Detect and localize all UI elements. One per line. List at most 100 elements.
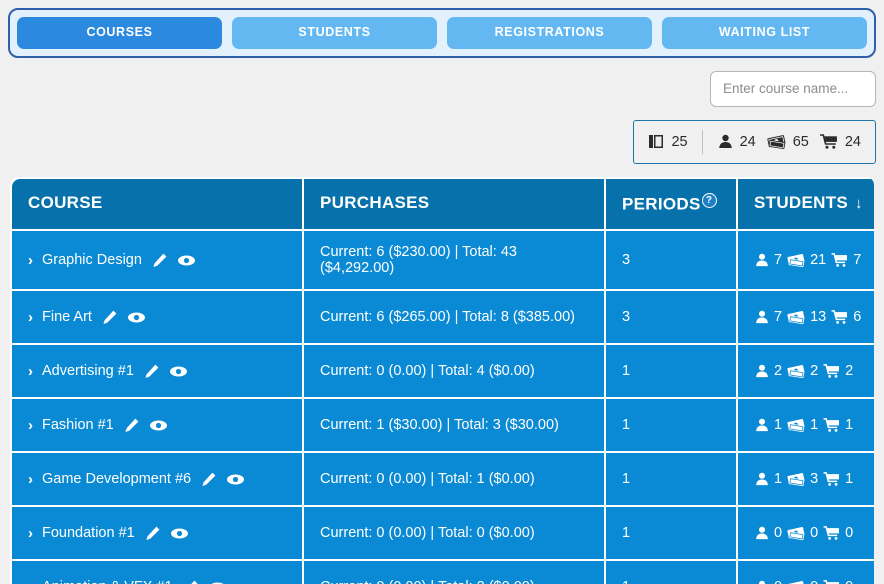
tab-courses[interactable]: COURSES (17, 17, 222, 49)
summary-stats-box: 25 24 65 24 (633, 119, 876, 164)
students-count: 7 (774, 309, 783, 326)
eye-icon[interactable] (149, 417, 168, 434)
table-header-row: COURSE PURCHASES PERIODS? STUDENTS ↓ (12, 178, 874, 230)
cell-students: 7 21 7 (738, 231, 874, 290)
table-row: › Advertising #1 Current: 0 (0.00) | Tot… (12, 345, 874, 398)
cell-course: › Fashion #1 (12, 399, 302, 452)
money-count: 3 (810, 471, 819, 488)
column-header-periods[interactable]: PERIODS? (606, 178, 736, 230)
column-header-students[interactable]: STUDENTS ↓ (738, 178, 874, 230)
pencil-icon[interactable] (143, 363, 160, 380)
column-header-periods-label: PERIODS (622, 194, 701, 214)
money-icon (787, 471, 806, 487)
course-name: Graphic Design (42, 252, 142, 269)
search-row (0, 58, 884, 107)
person-icon (754, 363, 770, 379)
cell-students: 0 0 0 (738, 507, 874, 560)
tab-waiting-list[interactable]: WAITING LIST (662, 17, 867, 49)
column-header-course[interactable]: COURSE (12, 178, 302, 230)
cell-purchases: Current: 0 (0.00) | Total: 4 ($0.00) (304, 345, 604, 398)
expand-row-icon[interactable]: › (28, 579, 33, 584)
eye-icon[interactable] (226, 471, 245, 488)
cell-course: › Fine Art (12, 291, 302, 344)
course-name: Advertising #1 (42, 363, 134, 380)
expand-row-icon[interactable]: › (28, 252, 33, 269)
cell-course: › Animation & VFX #1 (12, 561, 302, 584)
cell-purchases: Current: 6 ($230.00) | Total: 43 ($4,292… (304, 231, 604, 290)
person-icon (754, 579, 770, 584)
person-icon (754, 417, 770, 433)
cell-periods: 1 (606, 561, 736, 584)
students-count: 7 (774, 252, 783, 269)
stat-money-value: 65 (792, 133, 809, 150)
money-icon (787, 417, 806, 433)
stats-row: 25 24 65 24 (0, 107, 884, 164)
stat-money: 65 (767, 133, 809, 150)
table-row: › Game Development #6 Current: 0 (0.00) … (12, 453, 874, 506)
column-header-purchases[interactable]: PURCHASES (304, 178, 604, 230)
cell-students: 0 0 0 (738, 561, 874, 584)
cell-periods: 1 (606, 399, 736, 452)
cell-purchases: Current: 0 (0.00) | Total: 1 ($0.00) (304, 453, 604, 506)
eye-icon[interactable] (177, 252, 196, 269)
money-count: 13 (810, 309, 827, 326)
table-row: › Fashion #1 Current: 1 ($30.00) | Total… (12, 399, 874, 452)
table-row: › Animation & VFX #1 Current: 0 (0.00) |… (12, 561, 874, 584)
stat-cart-value: 24 (844, 133, 861, 150)
stat-courses: 25 (648, 133, 688, 150)
column-header-purchases-label: PURCHASES (320, 193, 430, 213)
person-icon (754, 525, 770, 541)
expand-row-icon[interactable]: › (28, 417, 33, 434)
person-icon (754, 252, 770, 268)
cell-course: › Graphic Design (12, 231, 302, 290)
cart-count: 2 (845, 363, 854, 380)
stat-students: 24 (717, 133, 756, 150)
students-count: 0 (774, 579, 782, 584)
course-name: Fine Art (42, 309, 92, 326)
cart-icon (831, 309, 849, 325)
eye-icon[interactable] (127, 309, 146, 326)
pencil-icon[interactable] (182, 579, 199, 584)
stat-cart: 24 (819, 133, 861, 150)
course-name: Game Development #6 (42, 471, 192, 488)
pencil-icon[interactable] (123, 417, 140, 434)
expand-row-icon[interactable]: › (28, 309, 33, 326)
eye-icon[interactable] (208, 579, 227, 584)
money-icon (767, 133, 787, 150)
column-header-course-label: COURSE (28, 193, 103, 213)
expand-row-icon[interactable]: › (28, 471, 33, 488)
cart-count: 6 (853, 309, 862, 326)
stat-courses-value: 25 (671, 133, 688, 150)
course-name: Animation & VFX #1 (42, 579, 173, 584)
money-count: 2 (810, 363, 819, 380)
table-body: › Graphic Design Current: 6 ($230.00) | … (12, 231, 874, 584)
cart-icon (823, 471, 841, 487)
course-name: Fashion #1 (42, 417, 114, 434)
cell-purchases: Current: 0 (0.00) | Total: 0 ($0.00) (304, 507, 604, 560)
money-icon (787, 309, 806, 325)
sort-descending-icon[interactable]: ↓ (855, 195, 863, 212)
tab-students[interactable]: STUDENTS (232, 17, 437, 49)
money-count: 1 (810, 417, 819, 434)
pencil-icon[interactable] (101, 309, 118, 326)
tab-list: COURSES STUDENTS REGISTRATIONS WAITING L… (14, 14, 870, 52)
cell-course: › Foundation #1 (12, 507, 302, 560)
course-search-input[interactable] (710, 70, 876, 107)
pencil-icon[interactable] (151, 252, 168, 269)
eye-icon[interactable] (170, 525, 189, 542)
pencil-icon[interactable] (144, 525, 161, 542)
person-icon (754, 309, 770, 325)
pencil-icon[interactable] (200, 471, 217, 488)
cell-course: › Game Development #6 (12, 453, 302, 506)
eye-icon[interactable] (169, 363, 188, 380)
expand-row-icon[interactable]: › (28, 525, 33, 542)
cell-periods: 3 (606, 231, 736, 290)
cell-students: 1 1 1 (738, 399, 874, 452)
cell-periods: 1 (606, 345, 736, 398)
tab-registrations[interactable]: REGISTRATIONS (447, 17, 652, 49)
course-name: Foundation #1 (42, 525, 135, 542)
expand-row-icon[interactable]: › (28, 363, 33, 380)
stat-students-value: 24 (739, 133, 756, 150)
periods-help-icon[interactable]: ? (701, 192, 717, 208)
cell-students: 7 13 6 (738, 291, 874, 344)
